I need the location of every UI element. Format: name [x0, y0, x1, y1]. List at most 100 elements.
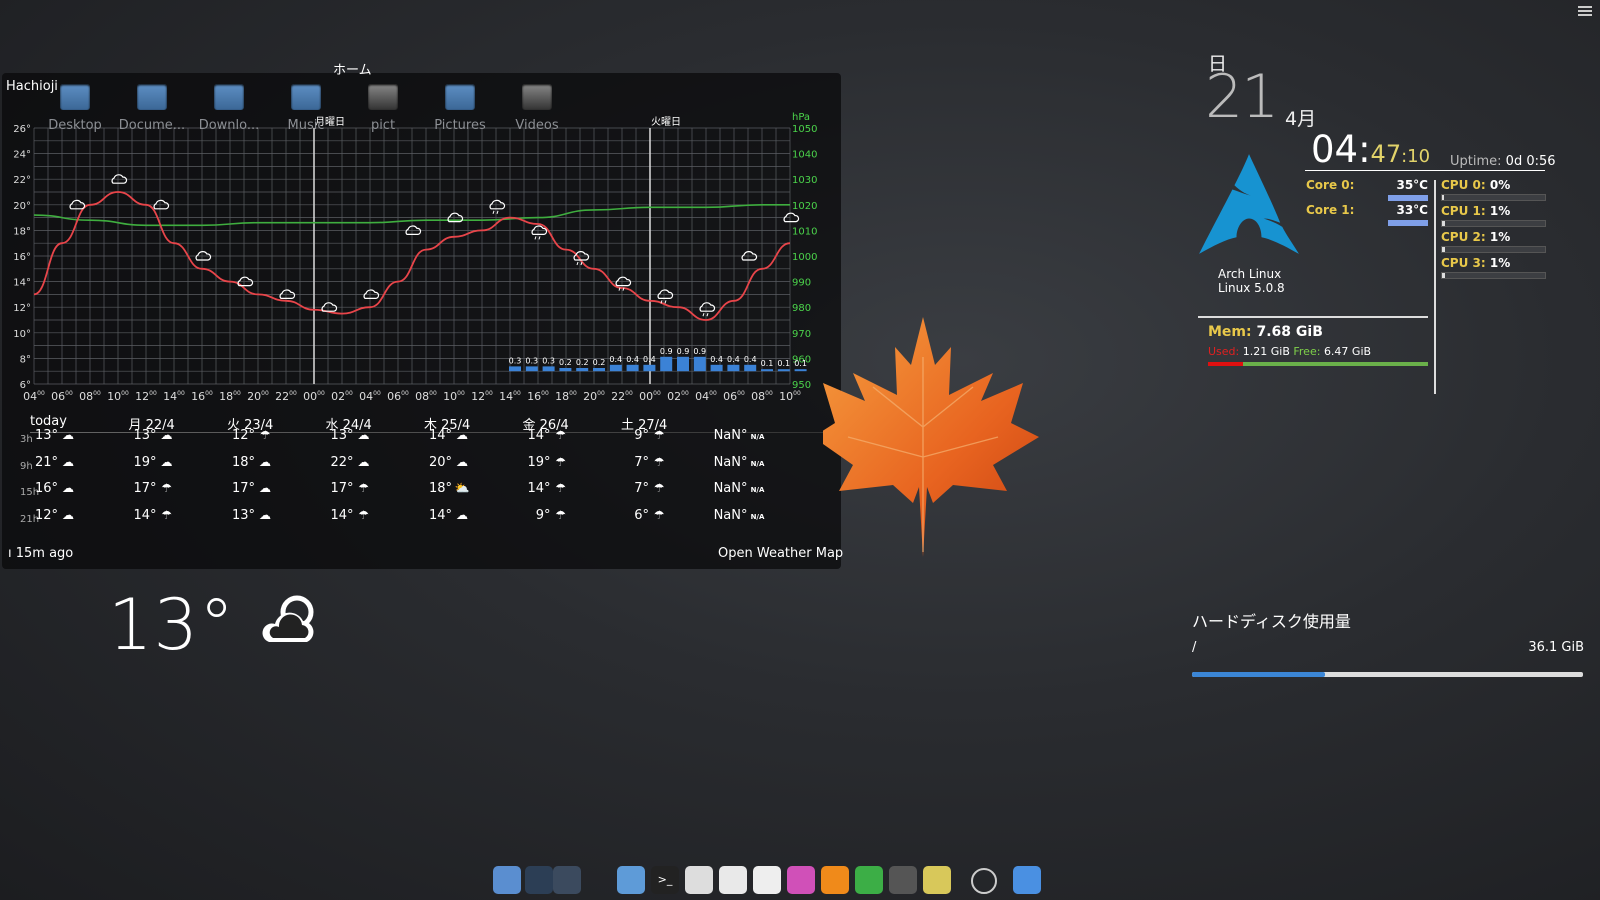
- precipitation-label: 0.1: [794, 359, 807, 368]
- hour-tick-label: 0400: [23, 390, 45, 403]
- files-icon[interactable]: [493, 866, 521, 894]
- core-label: Core 0:: [1306, 178, 1355, 192]
- hour-tick-label: 0200: [667, 390, 689, 403]
- folder-item[interactable]: Docume...: [113, 84, 191, 133]
- forecast-row: 21h 12° ☁ 14° ☂ 13° ☁ 14° ☂ 14° ☁ 9° ☂ 6° ☂ NaN° N/A: [0, 508, 840, 532]
- forecast-temp: 13°: [133, 428, 157, 443]
- forecast-cell: 21° ☁: [18, 455, 78, 470]
- power-icon[interactable]: [971, 868, 997, 894]
- hour-tick-label: 1200: [135, 390, 157, 403]
- precipitation-bar: [525, 366, 538, 372]
- disk-size: 36.1 GiB: [1528, 640, 1584, 655]
- rain-cloud-icon: [657, 289, 674, 304]
- memory-free-value: 6.47 GiB: [1323, 345, 1372, 358]
- rain-cloud-icon: ☂: [161, 507, 172, 522]
- hour-tick-label: 0800: [79, 390, 101, 403]
- folder-icon: [445, 84, 475, 110]
- mail-icon[interactable]: [753, 866, 781, 894]
- hour-tick-label: 1600: [527, 390, 549, 403]
- hamburger-menu-icon[interactable]: [1578, 4, 1592, 18]
- workspace-icon[interactable]: [525, 866, 553, 894]
- sysmon-divider-vertical: [1434, 180, 1436, 394]
- hour-tick-label: 0600: [387, 390, 409, 403]
- cloud-icon: ☁: [160, 454, 173, 469]
- cloud-icon: ☁: [259, 507, 271, 522]
- cpu-value: 0%: [1489, 178, 1511, 192]
- uptime-label: Uptime:: [1450, 154, 1502, 169]
- memory-used-label: Used:: [1208, 345, 1240, 358]
- forecast-cell: 17° ☂: [314, 481, 374, 496]
- rain-cloud-icon: ☂: [653, 507, 665, 522]
- hour-tick-label: 1400: [163, 390, 185, 403]
- precipitation-label: 0.9: [693, 347, 706, 356]
- hour-tick-label: 2200: [611, 390, 633, 403]
- precipitation-bar: [626, 364, 639, 372]
- precipitation-label: 0.2: [593, 358, 606, 367]
- precipitation-bar: [710, 364, 723, 372]
- cpu-name: CPU 1:: [1441, 204, 1486, 218]
- pressure-tick-label: 1000: [792, 252, 817, 263]
- hour-tick-label: 2200: [275, 390, 297, 403]
- cpu-bar-fill: [1442, 273, 1446, 278]
- folder-item[interactable]: Downlo...: [190, 84, 268, 133]
- desktop-icon[interactable]: [553, 866, 581, 894]
- settings-icon[interactable]: [889, 866, 917, 894]
- spreadsheet-icon[interactable]: [855, 866, 883, 894]
- cloud-icon: ☁: [357, 454, 370, 469]
- rain-cloud-icon: ☂: [259, 428, 271, 442]
- uptime: Uptime: 0d 0:56: [1450, 154, 1556, 169]
- cpu-value: 1%: [1489, 204, 1511, 218]
- forecast-temp: 17°: [330, 481, 354, 496]
- cpu-label: CPU 3: 1%: [1441, 256, 1510, 270]
- clock-minutes: 47: [1370, 140, 1402, 168]
- forecast-cell: 18° ☁: [215, 455, 275, 470]
- gimp-icon[interactable]: [787, 866, 815, 894]
- rain-cloud-icon: ☂: [358, 507, 369, 522]
- maple-leaf-wallpaper: [823, 317, 1039, 557]
- terminal-icon[interactable]: >_: [651, 866, 679, 894]
- folder-item[interactable]: Music: [267, 84, 345, 133]
- hour-tick-label: 0000: [303, 390, 325, 403]
- folder-item[interactable]: Videos: [498, 84, 576, 133]
- folder-item[interactable]: pict: [344, 84, 422, 133]
- precipitation-bar: [576, 368, 589, 372]
- disk-usage-fill: [1192, 672, 1325, 677]
- hour-tick-label: 1000: [779, 390, 801, 403]
- precipitation-bar: [559, 368, 572, 372]
- precipitation-bar: [794, 369, 807, 372]
- folder-item[interactable]: Pictures: [421, 84, 499, 133]
- hour-tick-label: 0800: [415, 390, 437, 403]
- hour-tick-label: 0800: [751, 390, 773, 403]
- folder-icon[interactable]: [617, 866, 645, 894]
- cpu-name: CPU 2:: [1441, 230, 1486, 244]
- cpu-bar: [1441, 272, 1546, 279]
- forecast-cell: NaN° N/A: [708, 455, 768, 470]
- cloud-icon: ☁: [62, 428, 74, 442]
- forecast-temp: 16°: [34, 481, 58, 496]
- precipitation-label: 0.4: [727, 355, 740, 364]
- rain-cloud-icon: ☂: [358, 481, 369, 495]
- forecast-row: 3h 13° ☁ 13° ☁ 12° ☂ 13° ☁ 14° ☁ 14° ☂ 9° ☂ NaN° N/A: [0, 428, 840, 452]
- forecast-cell: 6° ☂: [609, 508, 669, 523]
- pacman-icon[interactable]: [923, 866, 951, 894]
- hour-tick-label: 0400: [359, 390, 381, 403]
- cloud-icon: ☁: [456, 428, 468, 442]
- precipitation-label: 0.2: [576, 358, 589, 367]
- forecast-cell: 12° ☁: [18, 508, 78, 523]
- hour-tick-label: 0400: [695, 390, 717, 403]
- folder-item[interactable]: Desktop: [36, 84, 114, 133]
- disk-mount-point: /: [1192, 640, 1197, 655]
- trash-icon[interactable]: [1013, 866, 1041, 894]
- vlc-icon[interactable]: [821, 866, 849, 894]
- precipitation-label: 0.3: [509, 356, 522, 365]
- precipitation-bar: [643, 364, 656, 372]
- forecast-temp: 6°: [634, 507, 649, 523]
- precipitation-bar: [744, 364, 757, 372]
- chrome-icon[interactable]: [719, 866, 747, 894]
- rain-cloud-icon: [489, 199, 506, 214]
- editor-icon[interactable]: [685, 866, 713, 894]
- rain-cloud-icon: [573, 251, 590, 266]
- weather-updated: ı 15m ago: [8, 546, 74, 561]
- cloud-icon: ☁: [456, 507, 468, 522]
- sysmon-divider: [1198, 316, 1428, 318]
